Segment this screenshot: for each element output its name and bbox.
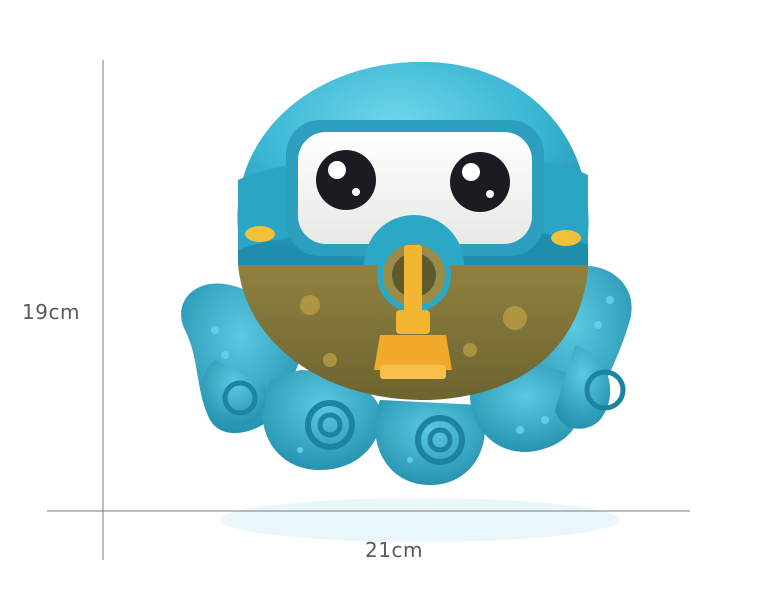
- width-dimension-label: 21cm: [365, 538, 423, 562]
- right-eye: [450, 152, 510, 212]
- right-cheek: [551, 230, 581, 246]
- height-dimension-label: 19cm: [22, 300, 80, 324]
- product-photo: [47, 60, 690, 560]
- toy-reflection: [220, 498, 620, 542]
- left-eye: [316, 150, 376, 210]
- left-cheek: [245, 226, 275, 242]
